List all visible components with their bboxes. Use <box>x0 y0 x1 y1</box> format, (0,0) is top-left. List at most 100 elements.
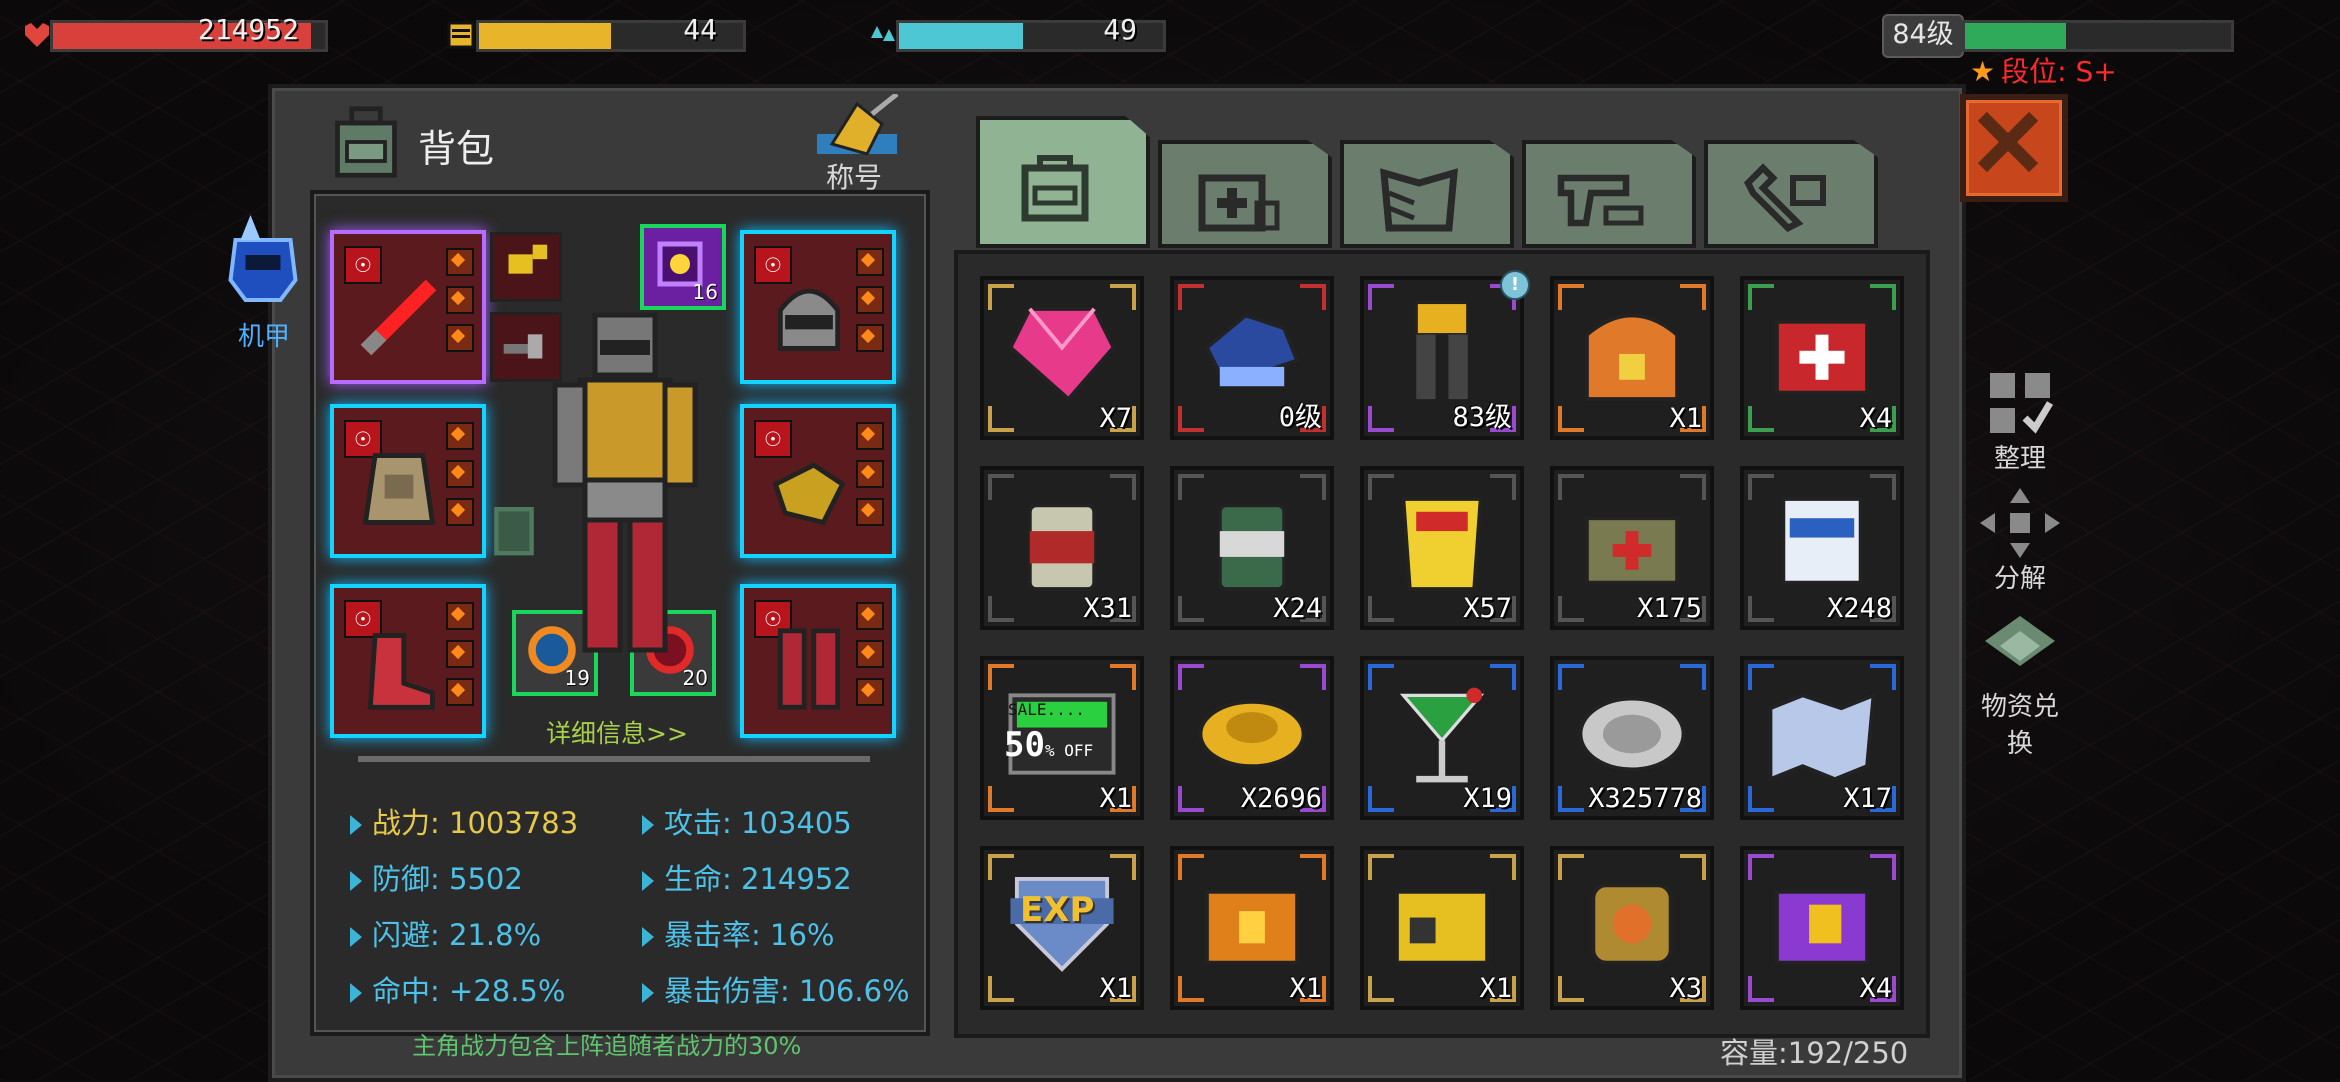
item-quantity: X1 <box>1099 973 1132 1004</box>
armor-slot[interactable]: ☉ <box>330 404 486 558</box>
item-chips-bag[interactable]: X57 <box>1360 466 1524 630</box>
mech-helmet-icon[interactable] <box>220 210 306 310</box>
tab-backpack[interactable] <box>976 116 1150 248</box>
tab-materials[interactable] <box>1704 140 1878 248</box>
gem-sockets <box>446 248 474 362</box>
item-exp-shield[interactable]: EXP X1 <box>980 846 1144 1010</box>
chip-slot-top[interactable]: 16 <box>640 224 726 310</box>
item-pink-gem[interactable]: X7 <box>980 276 1144 440</box>
item-quantity: X17 <box>1843 783 1892 814</box>
legs-slot[interactable]: ☉ <box>740 584 896 738</box>
helmet-slot[interactable]: ☉ <box>740 230 896 384</box>
pink-gem-icon <box>1008 306 1116 402</box>
sort-label: 整理 <box>1993 444 2046 474</box>
item-quantity: X19 <box>1463 783 1512 814</box>
sort-grid-icon <box>1990 373 2054 434</box>
detail-info-link[interactable]: 详细信息>> <box>546 714 688 750</box>
item-quantity: 83级 <box>1452 402 1512 433</box>
first-aid-bag-icon <box>1584 516 1680 585</box>
weapon-slot[interactable]: ☉ <box>330 230 486 384</box>
item-first-aid-bag[interactable]: X175 <box>1550 466 1714 630</box>
arrow-icon <box>350 927 362 947</box>
rank-text: 段位: S+ <box>2001 55 2117 88</box>
sort-button[interactable]: 整理 <box>1972 368 2068 475</box>
xp-bar <box>1962 20 2234 52</box>
item-sale-coupon[interactable]: SALE.... 50% OFF X1 <box>980 656 1144 820</box>
item-quantity: X4 <box>1859 973 1892 1004</box>
purple-chest-icon <box>1774 889 1870 965</box>
orange-chest-icon <box>1204 889 1300 965</box>
gem-sockets <box>856 602 884 716</box>
tab-armor[interactable] <box>1340 140 1514 248</box>
hp-bar: 214952 <box>50 13 328 52</box>
coupon-line1: SALE.... <box>1008 700 1086 719</box>
rank-label: ★ 段位: S+ <box>1970 50 2117 90</box>
dismantle-icon <box>1980 488 2060 558</box>
vest-icon <box>362 453 436 525</box>
dismantle-label: 分解 <box>1993 564 2046 594</box>
item-mech-legs[interactable]: 83级! <box>1360 270 1530 440</box>
soup-can-icon <box>1217 503 1287 592</box>
item-quantity: X4 <box>1859 403 1892 434</box>
coupon-text: SALE.... 50% OFF <box>1004 700 1094 763</box>
armor-icon <box>1380 168 1458 232</box>
item-orange-chest[interactable]: X1 <box>1170 846 1334 1010</box>
arrow-icon <box>642 815 654 835</box>
item-quantity: X1 <box>1669 403 1702 434</box>
level-badge: 84级 <box>1882 14 1964 58</box>
boot-icon <box>367 633 435 710</box>
arrow-icon <box>642 927 654 947</box>
item-quantity: X248 <box>1826 593 1892 624</box>
energy-bar: 44 <box>476 13 746 52</box>
accessory-slot-1[interactable] <box>490 232 562 302</box>
item-mech-glove[interactable]: 0级 <box>1170 276 1334 440</box>
tab-medical[interactable] <box>1158 140 1332 248</box>
gold-chest-icon <box>1394 889 1490 965</box>
panel-title: 背包 <box>418 127 495 171</box>
item-soup-can[interactable]: X24 <box>1170 466 1334 630</box>
tab-weapons[interactable] <box>1522 140 1696 248</box>
shoulder-slot[interactable]: ☉ <box>740 404 896 558</box>
backpack-outline-icon <box>494 506 534 556</box>
chip-count: 16 <box>692 280 718 304</box>
item-silver-coin[interactable]: X325778 <box>1550 656 1714 820</box>
item-quantity: X325778 <box>1588 783 1702 814</box>
item-quantity: X24 <box>1273 593 1322 624</box>
energy-fill <box>479 23 611 49</box>
exchange-icon <box>1985 616 2055 666</box>
item-orange-crate[interactable]: X1 <box>1550 276 1714 440</box>
item-gold-barrel[interactable]: X3 <box>1550 846 1714 1010</box>
arrow-icon <box>642 983 654 1003</box>
gem-sockets <box>856 422 884 536</box>
close-button[interactable] <box>1960 94 2068 202</box>
stat-attack: 攻击: 103405 <box>642 800 852 842</box>
leg-armor-icon <box>777 628 841 710</box>
stat-crit-damage: 暴击伤害: 106.6% <box>642 968 910 1010</box>
exchange-button[interactable]: 物资兑换 <box>1972 616 2068 760</box>
gold-barrel-icon <box>1591 883 1673 965</box>
mech-label[interactable]: 机甲 <box>238 316 290 353</box>
dismantle-button[interactable]: 分解 <box>1972 488 2068 595</box>
item-salt-bag[interactable]: X248 <box>1740 466 1904 630</box>
item-quantity: 0级 <box>1278 402 1322 433</box>
item-quantity: X1 <box>1289 973 1322 1004</box>
gem-sockets <box>856 248 884 362</box>
item-gold-coin[interactable]: X2696 <box>1170 656 1334 820</box>
item-bean-can[interactable]: X31 <box>980 466 1144 630</box>
lightsaber-icon <box>360 279 437 356</box>
item-quantity: X31 <box>1083 593 1132 624</box>
power-note: 主角战力包含上阵追随者战力的30% <box>412 1032 802 1060</box>
item-cocktail[interactable]: X19 <box>1360 656 1524 820</box>
item-purple-chest[interactable]: X4 <box>1740 846 1904 1010</box>
coupon-line3: % OFF <box>1044 741 1094 760</box>
backpack-icon <box>1021 155 1089 222</box>
item-gold-chest[interactable]: X1 <box>1360 846 1524 1010</box>
cocktail-icon <box>1399 687 1485 783</box>
helmet-icon <box>777 288 841 351</box>
item-medical-pack[interactable]: X4 <box>1740 276 1904 440</box>
item-map[interactable]: X17 <box>1740 656 1904 820</box>
medical-pack-icon <box>1774 319 1870 395</box>
star-icon: ★ <box>1970 55 1996 88</box>
boots-slot[interactable]: ☉ <box>330 584 486 738</box>
arrow-icon <box>350 871 362 891</box>
